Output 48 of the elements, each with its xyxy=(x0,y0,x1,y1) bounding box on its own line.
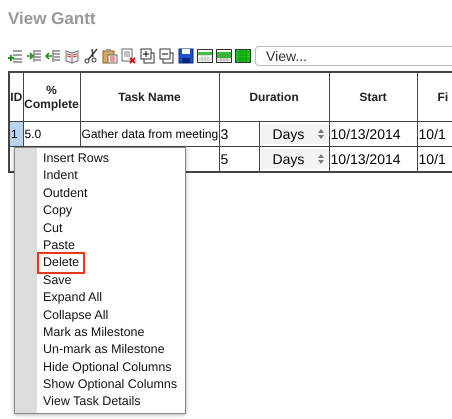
menu-item[interactable]: Collapse All xyxy=(41,306,110,324)
book-icon[interactable] xyxy=(64,48,80,64)
table-cell: Gather data from meeting xyxy=(82,127,218,141)
table-icon[interactable] xyxy=(197,48,213,64)
menu-item[interactable]: Insert Rows xyxy=(41,150,111,168)
menu-item[interactable]: Cut xyxy=(41,220,64,237)
column-header: Duration xyxy=(219,72,329,122)
add-row-icon[interactable] xyxy=(7,48,23,64)
delete-icon[interactable] xyxy=(121,48,137,64)
table-icon[interactable] xyxy=(216,48,232,64)
menu-item[interactable]: Indent xyxy=(41,167,80,185)
outdent-icon[interactable] xyxy=(45,48,61,64)
page-title: View Gantt xyxy=(7,8,97,30)
indent-icon[interactable] xyxy=(26,48,42,64)
table-cell: 10/13/2014 xyxy=(330,126,401,142)
menu-item[interactable]: Un-mark as Milestone xyxy=(41,341,167,359)
id-cell[interactable]: 1 xyxy=(9,122,23,146)
save-icon[interactable] xyxy=(178,48,194,64)
menu-item[interactable]: View Task Details xyxy=(41,393,142,411)
unit-select[interactable]: Days xyxy=(260,124,328,144)
scissors-icon[interactable] xyxy=(83,48,99,64)
view-select[interactable]: View... xyxy=(255,46,452,66)
collapse-icon[interactable] xyxy=(159,48,175,64)
table-cell: 3 xyxy=(220,126,228,142)
table-icon[interactable] xyxy=(235,48,251,64)
column-header: % Complete xyxy=(23,72,80,122)
unit-select[interactable]: Days xyxy=(260,149,328,169)
table-cell: 10/1 xyxy=(418,126,446,142)
menu-item[interactable]: Expand All xyxy=(41,289,104,307)
menu-item[interactable]: Copy xyxy=(41,202,74,220)
table-cell: 10/1 xyxy=(418,151,446,167)
table-cell: 5.0 xyxy=(24,127,42,141)
column-header: ID xyxy=(9,72,23,122)
column-header: Start xyxy=(329,72,417,122)
clipboard-icon[interactable] xyxy=(102,48,118,64)
menu-item[interactable]: Paste xyxy=(41,236,77,254)
menu-item[interactable]: Outdent xyxy=(41,184,90,202)
table-cell: 10/13/2014 xyxy=(330,151,401,167)
menu-item[interactable]: Hide Optional Columns xyxy=(41,358,174,376)
expand-icon[interactable] xyxy=(140,48,156,64)
stepper-icon xyxy=(318,154,324,164)
column-header: Task Name xyxy=(80,72,219,122)
menu-item[interactable]: Mark as Milestone xyxy=(41,324,146,342)
menu-item[interactable]: Delete xyxy=(39,254,84,272)
stepper-icon xyxy=(318,129,324,139)
menu-item[interactable]: Show Optional Columns xyxy=(41,376,180,394)
table-cell: 5 xyxy=(220,151,228,167)
menu-item[interactable]: Save xyxy=(41,272,74,290)
